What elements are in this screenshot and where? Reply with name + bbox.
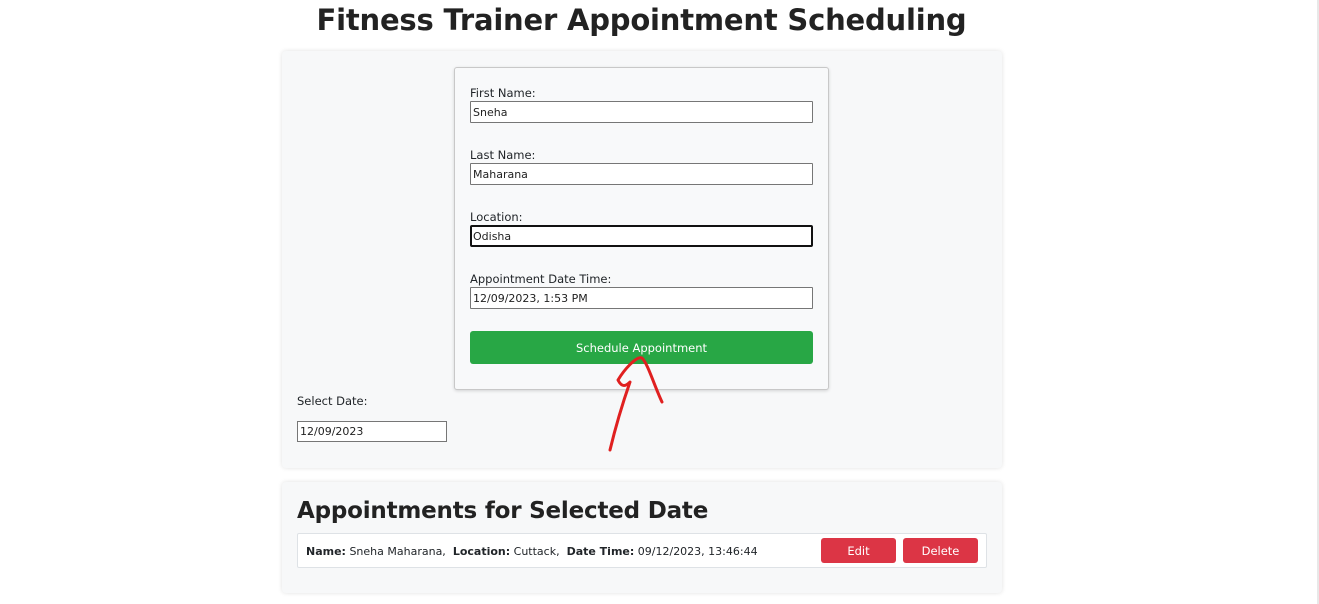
location-input[interactable]	[470, 225, 813, 247]
page-title: Fitness Trainer Appointment Scheduling	[316, 3, 967, 37]
last-name-input[interactable]	[470, 163, 813, 185]
select-date-label: Select Date:	[297, 394, 368, 408]
appointments-title: Appointments for Selected Date	[297, 498, 709, 524]
last-name-label: Last Name:	[470, 148, 536, 162]
appointment-form: First Name: Last Name: Location: Appoint…	[454, 67, 829, 390]
location-key: Location:	[452, 545, 511, 558]
appointment-datetime: 09/12/2023, 13:46:44	[637, 545, 758, 558]
appointments-panel: Appointments for Selected Date Name: Sne…	[282, 482, 1002, 593]
datetime-key: Date Time:	[566, 545, 635, 558]
delete-button[interactable]: Delete	[903, 538, 978, 563]
name-key: Name:	[306, 545, 346, 558]
location-label: Location:	[470, 210, 523, 224]
appointment-list-item: Name: Sneha Maharana, Location: Cuttack,…	[297, 533, 987, 568]
datetime-label: Appointment Date Time:	[470, 272, 612, 286]
appointment-name: Sneha Maharana,	[349, 545, 446, 558]
form-panel: First Name: Last Name: Location: Appoint…	[282, 51, 1002, 468]
datetime-input[interactable]	[470, 287, 813, 309]
first-name-input[interactable]	[470, 101, 813, 123]
edit-button[interactable]: Edit	[821, 538, 896, 563]
appointment-details: Name: Sneha Maharana, Location: Cuttack,…	[306, 545, 758, 558]
first-name-label: First Name:	[470, 86, 536, 100]
select-date-input[interactable]	[297, 421, 447, 442]
schedule-appointment-button[interactable]: Schedule Appointment	[470, 331, 813, 364]
appointment-location: Cuttack,	[513, 545, 560, 558]
